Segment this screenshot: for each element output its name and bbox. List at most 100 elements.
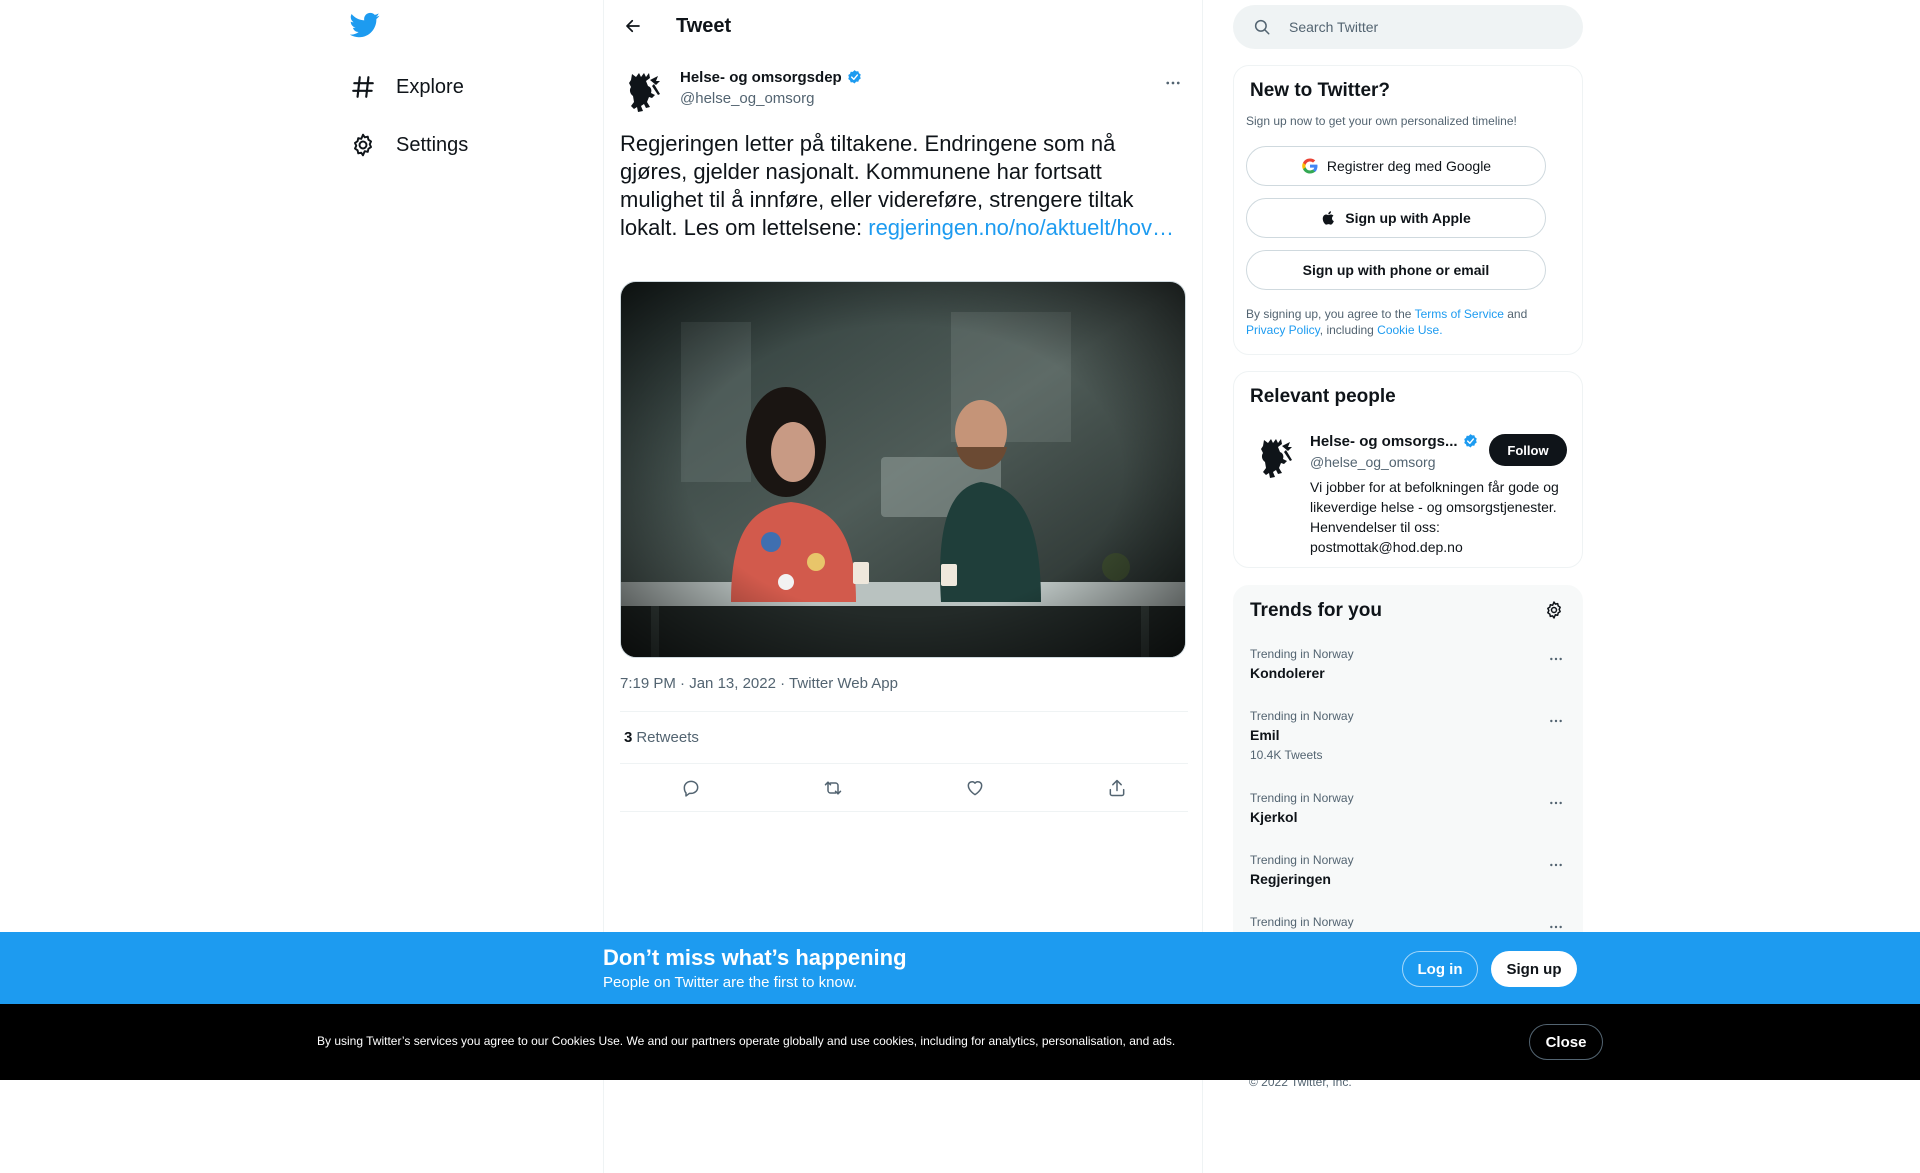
tweet-text: Regjeringen letter på tiltakene. Endring… [620, 130, 1188, 242]
more-dots-icon [1550, 863, 1562, 867]
author-handle[interactable]: @helse_og_omsorg [680, 90, 814, 107]
more-dots-icon [1550, 801, 1562, 805]
trend-name: Emil [1250, 727, 1280, 743]
search-input[interactable]: Search Twitter [1289, 19, 1378, 35]
card-title: New to Twitter? [1250, 80, 1391, 101]
more-dots-icon [1550, 719, 1562, 723]
person-name: Helse- og omsorgs... [1310, 433, 1458, 450]
promo-subtitle: People on Twitter are the first to know. [603, 974, 858, 991]
tweet-metadata: 7:19 PM · Jan 13, 2022 · Twitter Web App [620, 675, 898, 692]
trend-item[interactable]: Trending in Norway Emil 10.4K Tweets [1250, 709, 1568, 762]
gear-icon [1547, 601, 1561, 619]
trend-more-button[interactable] [1544, 791, 1568, 815]
cookie-notice-text: By using Twitter’s services you agree to… [317, 1034, 1176, 1048]
signup-button[interactable]: Sign up [1491, 951, 1577, 987]
trend-more-button[interactable] [1544, 709, 1568, 733]
tweet-stats: 3 Retweets [620, 711, 1188, 764]
page-title: Tweet [676, 15, 732, 37]
trend-name: Kjerkol [1250, 809, 1298, 825]
cookie-consent-banner: By using Twitter’s services you agree to… [0, 1004, 1920, 1080]
meta-separator: · [775, 675, 790, 692]
tweet-more-button[interactable] [1158, 68, 1188, 98]
arrow-left-icon [626, 19, 640, 33]
retweets-stat[interactable]: 3 Retweets [624, 729, 699, 746]
card-title: Relevant people [1250, 386, 1396, 407]
legal-text: , including [1319, 323, 1378, 337]
nav-item-label: Explore [396, 75, 464, 98]
search-bar[interactable]: Search Twitter [1233, 5, 1583, 49]
tweet-photo[interactable] [620, 281, 1186, 658]
phone-email-signup-button[interactable]: Sign up with phone or email [1246, 250, 1546, 290]
trend-context: Trending in Norway [1250, 709, 1354, 723]
person-name-row[interactable]: Helse- og omsorgs... [1310, 433, 1479, 450]
like-button[interactable] [960, 773, 990, 803]
apple-signup-label: Sign up with Apple [1345, 210, 1471, 226]
hashtag-icon [352, 76, 374, 98]
author-avatar[interactable] [620, 66, 668, 114]
trend-more-button[interactable] [1544, 853, 1568, 877]
trend-name: Regjeringen [1250, 871, 1331, 887]
trend-item[interactable]: Trending in Norway Regjeringen [1250, 853, 1568, 887]
signup-legal-text: By signing up, you agree to the Terms of… [1246, 306, 1566, 338]
terms-link[interactable]: Terms of Service [1415, 307, 1504, 321]
trend-context: Trending in Norway [1250, 915, 1354, 929]
author-name-row[interactable]: Helse- og omsorgsdep [680, 69, 863, 86]
verified-badge-icon [1463, 434, 1477, 448]
follow-button[interactable]: Follow [1489, 434, 1567, 466]
trends-settings-button[interactable] [1544, 600, 1566, 622]
tweet-time[interactable]: 7:19 PM [620, 675, 676, 692]
person-avatar[interactable] [1252, 432, 1300, 480]
reply-button[interactable] [676, 773, 706, 803]
twitter-bird-icon[interactable] [349, 10, 384, 44]
trend-more-button[interactable] [1544, 647, 1568, 671]
share-icon [1109, 779, 1125, 797]
retweet-button[interactable] [818, 773, 848, 803]
apple-icon [1323, 211, 1335, 225]
retweet-count: 3 [624, 729, 633, 746]
more-dots-icon [1166, 81, 1180, 85]
retweet-icon [824, 781, 842, 795]
cookie-close-button[interactable]: Close [1529, 1024, 1603, 1060]
retweet-label: Retweets [636, 729, 699, 746]
tweet-source[interactable]: Twitter Web App [789, 675, 898, 692]
trend-tweet-count: 10.4K Tweets [1250, 748, 1323, 762]
page-header: Tweet [604, 0, 1204, 53]
person-bio: Vi jobber for at befolkningen får gode o… [1310, 479, 1559, 555]
privacy-link[interactable]: Privacy Policy [1246, 323, 1320, 337]
trend-item[interactable]: Trending in Norway Kjerkol [1250, 791, 1568, 825]
tweet-link[interactable]: regjeringen.no/no/aktuelt/hov… [868, 215, 1174, 240]
apple-signup-button[interactable]: Sign up with Apple [1246, 198, 1546, 238]
promo-title: Don’t miss what’s happening [603, 945, 907, 970]
tweet-date[interactable]: Jan 13, 2022 [689, 675, 776, 692]
login-button[interactable]: Log in [1402, 951, 1478, 987]
author-name: Helse- og omsorgsdep [680, 69, 842, 86]
trend-context: Trending in Norway [1250, 647, 1354, 661]
card-subtitle: Sign up now to get your own personalized… [1246, 114, 1517, 128]
meta-separator: · [675, 675, 690, 692]
search-icon [1254, 19, 1270, 35]
more-dots-icon [1550, 657, 1562, 661]
share-button[interactable] [1102, 773, 1132, 803]
google-signup-label: Registrer deg med Google [1326, 158, 1492, 174]
cookie-use-link[interactable]: Cookie Use. [1377, 323, 1442, 337]
person-handle[interactable]: @helse_og_omsorg [1310, 454, 1436, 470]
google-signup-button[interactable]: Registrer deg med Google [1246, 146, 1546, 186]
trend-item[interactable]: Trending in Norway Kondolerer [1250, 647, 1568, 681]
gear-icon [354, 133, 372, 157]
nav-item-explore[interactable]: Explore [350, 63, 484, 111]
signup-promo-banner: Don’t miss what’s happening People on Tw… [0, 932, 1920, 1004]
tweet-actions [620, 764, 1188, 812]
heart-icon [967, 781, 983, 796]
legal-text: and [1503, 307, 1528, 321]
coat-of-arms-lion-icon [1252, 432, 1300, 480]
cafe-photo-illustration [621, 282, 1185, 657]
nav-item-settings[interactable]: Settings [350, 121, 488, 169]
relevant-people-card: Relevant people Helse- og omsorgs... @he… [1233, 371, 1583, 568]
reply-icon [683, 780, 699, 797]
trend-name: Kondolerer [1250, 665, 1325, 681]
google-icon [1302, 158, 1318, 174]
nav-item-label: Settings [396, 133, 469, 156]
trend-item[interactable]: Trending in Norway [1250, 915, 1568, 933]
back-button[interactable] [616, 9, 650, 43]
tweet-author: Helse- og omsorgsdep @helse_og_omsorg [620, 66, 1188, 114]
